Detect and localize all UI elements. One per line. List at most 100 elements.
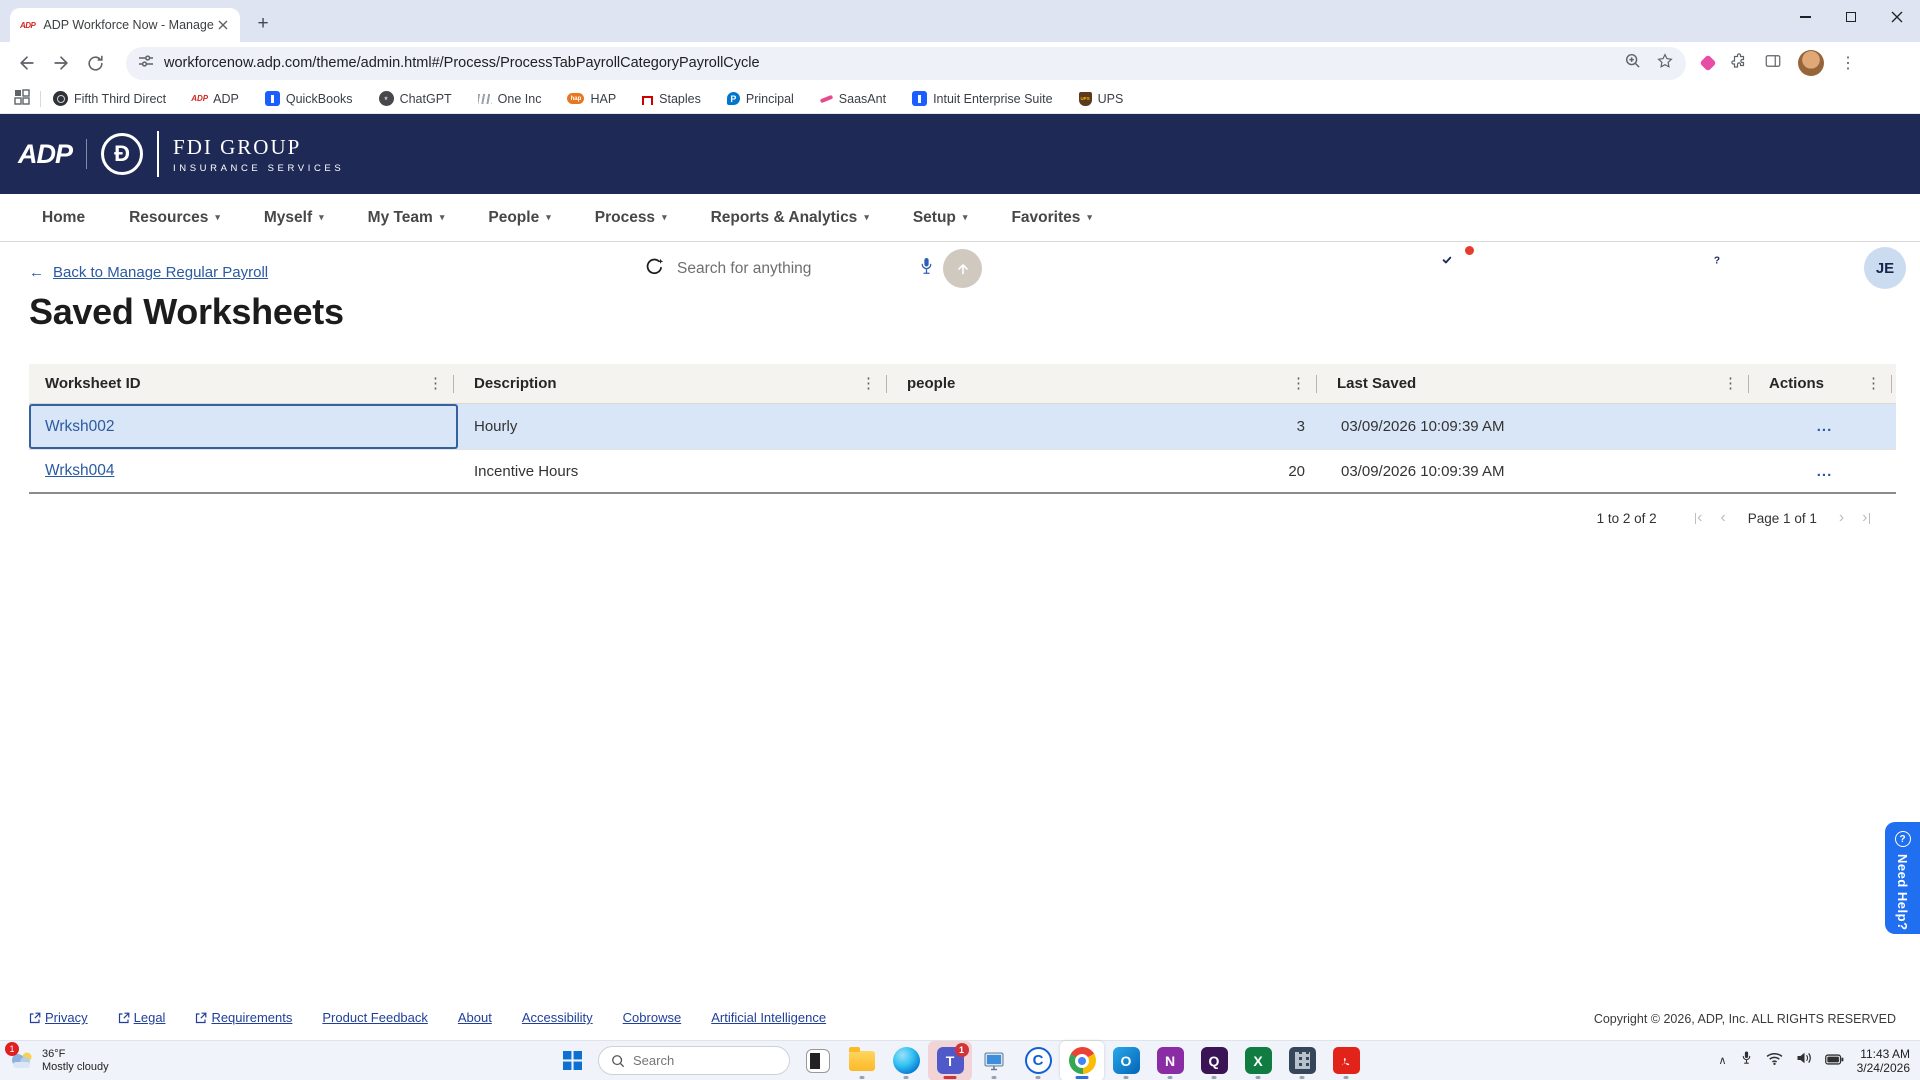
next-page-button[interactable]: › bbox=[1839, 510, 1844, 526]
url-text[interactable]: workforcenow.adp.com/theme/admin.html#/P… bbox=[164, 55, 1624, 71]
chevron-down-icon: ▾ bbox=[864, 212, 869, 222]
bookmark-quickbooks[interactable]: QuickBooks bbox=[264, 91, 353, 106]
calculator-button[interactable] bbox=[1280, 1041, 1324, 1080]
bookmark-ups[interactable]: UPS bbox=[1078, 91, 1123, 106]
battery-icon[interactable] bbox=[1824, 1052, 1844, 1070]
footer-link-artificial-intelligence[interactable]: Artificial Intelligence bbox=[711, 1010, 826, 1025]
q-app-button[interactable] bbox=[1192, 1041, 1236, 1080]
nav-my-team[interactable]: My Team ▾ bbox=[346, 194, 467, 242]
taskbar-search-input[interactable] bbox=[633, 1053, 753, 1068]
chrome-button[interactable] bbox=[1060, 1040, 1104, 1080]
footer-link-privacy[interactable]: Privacy bbox=[29, 1010, 88, 1025]
back-icon[interactable] bbox=[12, 48, 42, 78]
browser-profile-avatar[interactable] bbox=[1798, 50, 1824, 76]
new-tab-button[interactable]: + bbox=[250, 11, 276, 37]
column-header-worksheet-id[interactable]: Worksheet ID ⋮ bbox=[29, 364, 458, 403]
bookmark-one-inc[interactable]: One Inc bbox=[477, 92, 541, 106]
browser-menu-icon[interactable]: ⋮ bbox=[1840, 53, 1856, 73]
first-page-button[interactable]: ‹ bbox=[1694, 510, 1702, 526]
table-row[interactable]: Wrksh002 Hourly 3 03/09/2026 10:09:39 AM… bbox=[29, 404, 1896, 449]
media-app-button[interactable] bbox=[972, 1041, 1016, 1080]
onenote-button[interactable] bbox=[1148, 1041, 1192, 1080]
bookmark-hap[interactable]: HAP bbox=[567, 92, 616, 106]
column-header-last-saved[interactable]: Last Saved ⋮ bbox=[1321, 364, 1753, 403]
footer-link-product-feedback[interactable]: Product Feedback bbox=[322, 1010, 428, 1025]
nav-home[interactable]: Home bbox=[20, 194, 107, 242]
chevron-down-icon: ▾ bbox=[319, 212, 324, 222]
window-maximize-button[interactable] bbox=[1828, 0, 1874, 34]
footer-link-cobrowse[interactable]: Cobrowse bbox=[623, 1010, 682, 1025]
worksheet-link[interactable]: Wrksh002 bbox=[45, 418, 115, 436]
taskbar-clock[interactable]: 11:43 AM 3/24/2026 bbox=[1857, 1047, 1910, 1075]
bookmark-intuit[interactable]: Intuit Enterprise Suite bbox=[912, 91, 1053, 106]
outlook-button[interactable] bbox=[1104, 1041, 1148, 1080]
column-menu-icon[interactable]: ⋮ bbox=[1723, 376, 1738, 391]
column-menu-icon[interactable]: ⋮ bbox=[861, 376, 876, 391]
reload-icon[interactable] bbox=[80, 48, 110, 78]
file-explorer-button[interactable] bbox=[840, 1041, 884, 1080]
teams-button[interactable]: 1 bbox=[928, 1040, 972, 1080]
row-actions-button[interactable]: ... bbox=[1817, 463, 1833, 480]
column-header-actions[interactable]: Actions ⋮ bbox=[1753, 364, 1896, 403]
adp-logo: ADP bbox=[18, 138, 73, 169]
forward-icon[interactable] bbox=[46, 48, 76, 78]
bookmark-staples[interactable]: Staples bbox=[642, 92, 701, 106]
column-header-description[interactable]: Description ⋮ bbox=[458, 364, 891, 403]
nav-favorites[interactable]: Favorites ▾ bbox=[989, 194, 1113, 242]
worksheet-id-cell[interactable]: Wrksh004 bbox=[29, 450, 458, 492]
bookmark-fifth-third[interactable]: Fifth Third Direct bbox=[53, 91, 166, 106]
page-footer: Privacy Legal Requirements Product Feedb… bbox=[0, 1000, 1920, 1040]
browser-tab[interactable]: ADP ADP Workforce Now - Manage bbox=[10, 8, 240, 42]
footer-link-legal[interactable]: Legal bbox=[118, 1010, 165, 1025]
c-app-button[interactable] bbox=[1016, 1041, 1060, 1080]
nav-reports-analytics[interactable]: Reports & Analytics ▾ bbox=[689, 194, 891, 242]
last-page-button[interactable]: › bbox=[1862, 510, 1870, 526]
nav-setup[interactable]: Setup ▾ bbox=[891, 194, 990, 242]
column-menu-icon[interactable]: ⋮ bbox=[1291, 376, 1306, 391]
tray-microphone-icon[interactable] bbox=[1740, 1050, 1753, 1071]
nav-process[interactable]: Process ▾ bbox=[573, 194, 689, 242]
window-minimize-button[interactable] bbox=[1782, 0, 1828, 34]
excel-button[interactable] bbox=[1236, 1041, 1280, 1080]
nav-resources[interactable]: Resources ▾ bbox=[107, 194, 242, 242]
previous-page-button[interactable]: ‹ bbox=[1720, 510, 1725, 526]
task-view-button[interactable] bbox=[796, 1041, 840, 1080]
nav-people[interactable]: People ▾ bbox=[466, 194, 572, 242]
worksheet-id-cell[interactable]: Wrksh002 bbox=[29, 404, 458, 449]
column-menu-icon[interactable]: ⋮ bbox=[1866, 376, 1881, 391]
worksheet-link[interactable]: Wrksh004 bbox=[45, 462, 115, 480]
side-panel-icon[interactable] bbox=[1764, 52, 1782, 75]
bookmark-principal[interactable]: Principal bbox=[726, 92, 794, 106]
row-range-label: 1 to 2 of 2 bbox=[1596, 510, 1657, 526]
edge-button[interactable] bbox=[884, 1041, 928, 1080]
tray-overflow-icon[interactable]: ∧ bbox=[1719, 1054, 1727, 1067]
column-header-people[interactable]: people ⋮ bbox=[891, 364, 1321, 403]
bookmark-star-icon[interactable] bbox=[1656, 52, 1674, 75]
url-bar[interactable]: workforcenow.adp.com/theme/admin.html#/P… bbox=[126, 46, 1686, 80]
nav-myself[interactable]: Myself ▾ bbox=[242, 194, 346, 242]
acrobat-button[interactable] bbox=[1324, 1041, 1368, 1080]
need-help-button[interactable]: ? Need Help? bbox=[1885, 822, 1920, 934]
zoom-icon[interactable] bbox=[1624, 52, 1642, 75]
window-close-button[interactable] bbox=[1874, 0, 1920, 34]
bookmark-adp[interactable]: ADP ADP bbox=[191, 91, 239, 106]
start-button[interactable] bbox=[552, 1041, 592, 1080]
bookmark-saasant[interactable]: SaasAnt bbox=[819, 92, 886, 106]
table-row[interactable]: Wrksh004 Incentive Hours 20 03/09/2026 1… bbox=[29, 449, 1896, 494]
pinned-extension-icon[interactable] bbox=[1699, 54, 1717, 72]
site-info-icon[interactable] bbox=[138, 53, 154, 74]
back-link[interactable]: ← Back to Manage Regular Payroll bbox=[29, 264, 1920, 281]
extensions-puzzle-icon[interactable] bbox=[1730, 52, 1748, 75]
footer-link-accessibility[interactable]: Accessibility bbox=[522, 1010, 593, 1025]
wifi-icon[interactable] bbox=[1766, 1052, 1783, 1070]
footer-link-requirements[interactable]: Requirements bbox=[195, 1010, 292, 1025]
apps-grid-icon[interactable] bbox=[14, 89, 30, 108]
taskbar-weather-widget[interactable]: 1 36°F Mostly cloudy bbox=[5, 1041, 158, 1074]
row-actions-button[interactable]: ... bbox=[1817, 418, 1833, 435]
footer-link-about[interactable]: About bbox=[458, 1010, 492, 1025]
tab-close-icon[interactable] bbox=[214, 16, 232, 34]
bookmark-chatgpt[interactable]: ChatGPT bbox=[378, 91, 452, 106]
volume-icon[interactable] bbox=[1796, 1051, 1812, 1070]
column-menu-icon[interactable]: ⋮ bbox=[428, 376, 443, 391]
taskbar-search[interactable] bbox=[598, 1046, 790, 1075]
